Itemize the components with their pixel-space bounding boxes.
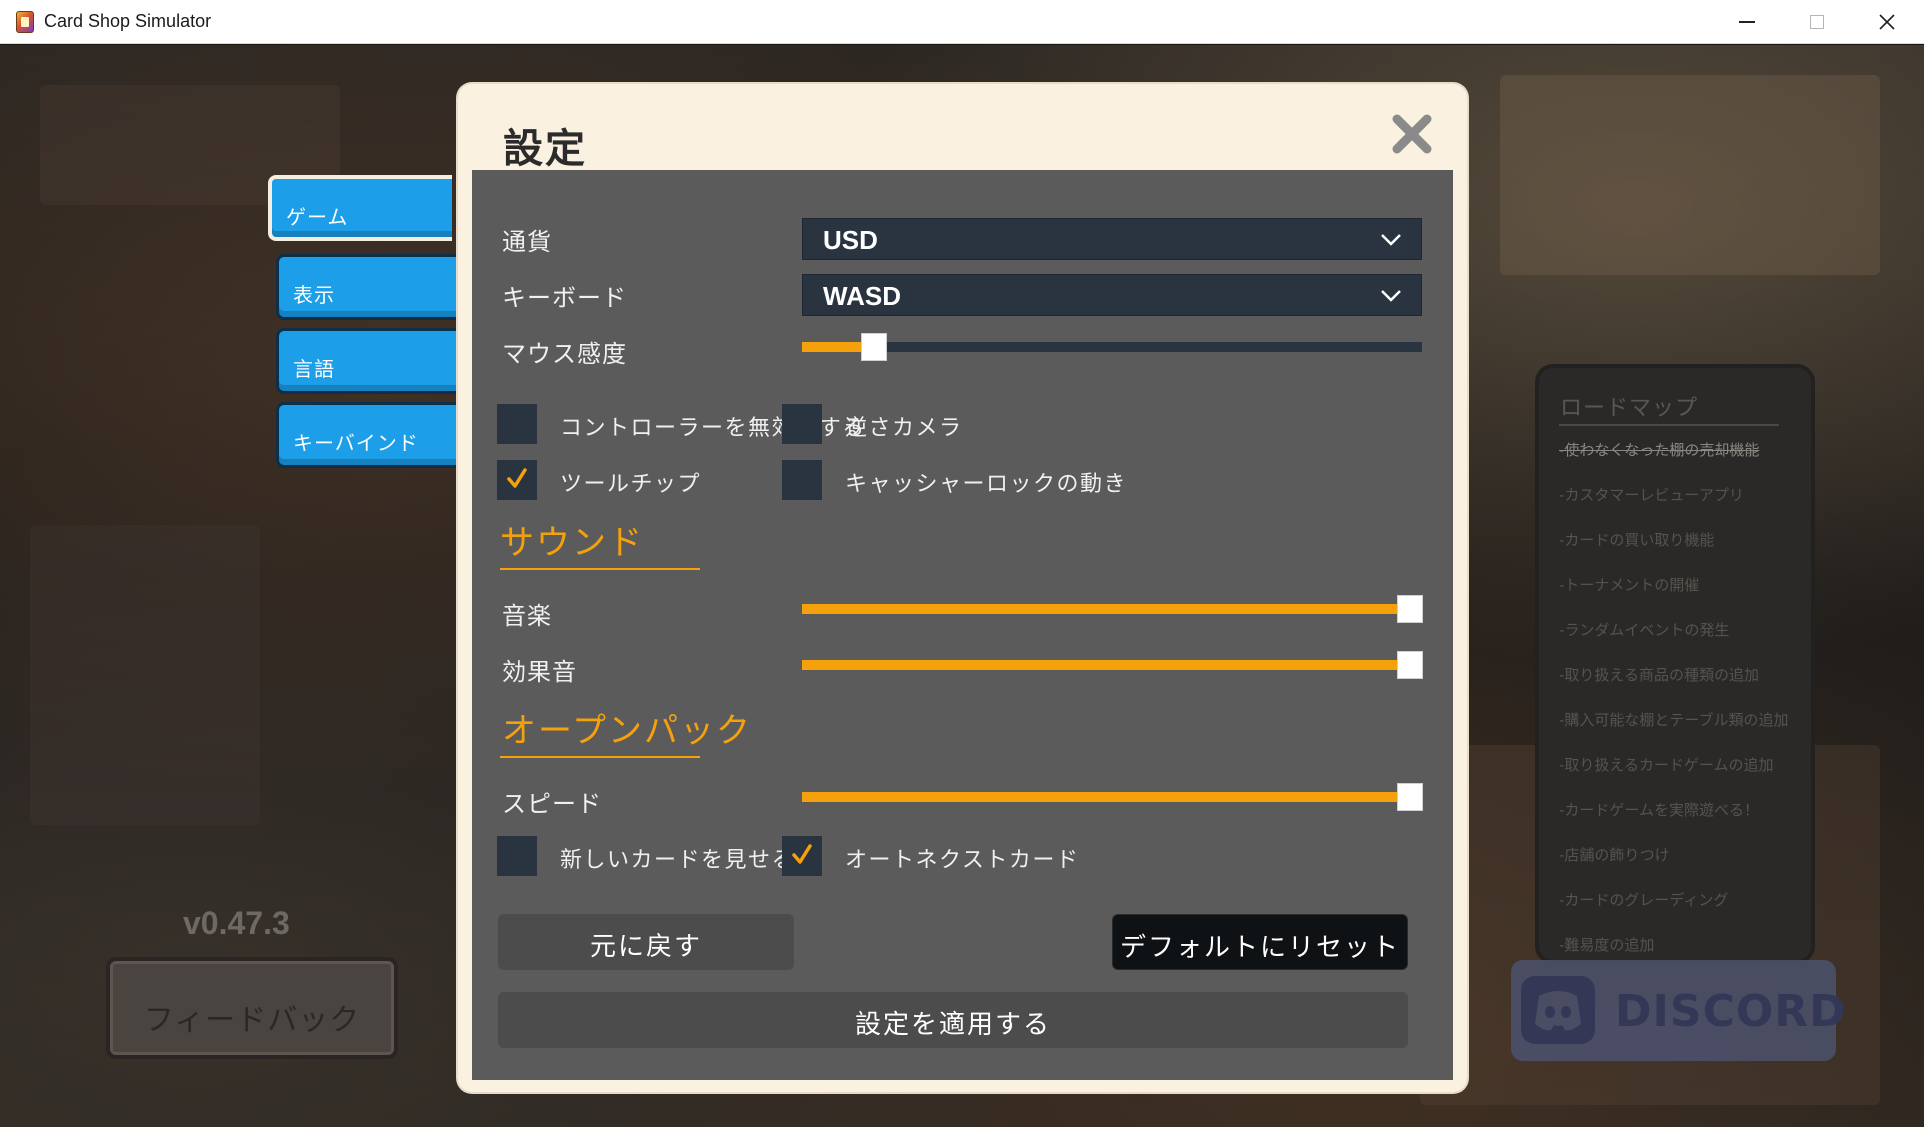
roadmap-item: -使わなくなった棚の売却機能 [1559,441,1760,459]
dialog-title: 設定 [503,126,587,172]
settings-dialog: 設定 通貨 USD キーボード WASD マウス感度 コントローラーを無効にする… [458,84,1467,1092]
disable-controller-checkbox[interactable] [497,404,537,444]
apply-settings-button[interactable]: 設定を適用する [498,992,1408,1048]
currency-label: 通貨 [502,228,552,256]
show-new-cards-checkbox[interactable] [497,836,537,876]
open-pack-section-title: オープンパック [502,711,752,751]
roadmap-item: -店舗の飾りつけ [1559,846,1670,864]
background-shelf [30,525,260,825]
tab-display[interactable]: 表示 [276,254,460,320]
slider-fill [802,660,1410,670]
keyboard-dropdown[interactable]: WASD [802,274,1422,316]
tab-label: ゲーム [286,205,349,229]
discord-label: DISCORD [1615,986,1847,1037]
window-titlebar: Card Shop Simulator [0,0,1924,44]
slider-handle[interactable] [1398,596,1422,622]
maximize-icon [1810,15,1824,29]
roadmap-item: -トーナメントの開催 [1559,576,1700,594]
auto-next-card-checkbox[interactable] [782,836,822,876]
invert-camera-checkbox[interactable] [782,404,822,444]
tab-keybind[interactable]: キーバインド [276,402,460,468]
speed-slider[interactable] [802,784,1422,810]
tab-language[interactable]: 言語 [276,328,460,394]
invert-camera-label: 逆さカメラ [845,416,963,441]
close-icon[interactable] [1390,112,1434,156]
roadmap-item: -取り扱えるカードゲームの追加 [1559,756,1774,774]
music-slider[interactable] [802,596,1422,622]
tab-label: キーバインド [293,431,419,455]
auto-next-card-label: オートネクストカード [845,848,1080,873]
settings-panel: 通貨 USD キーボード WASD マウス感度 コントローラーを無効にする 逆さ… [472,170,1453,1080]
window-title: Card Shop Simulator [44,11,212,31]
minimize-button[interactable] [1712,0,1782,44]
version-label: v0.47.3 [183,905,290,941]
slider-handle[interactable] [861,334,886,360]
revert-button[interactable]: 元に戻す [498,914,794,970]
roadmap-divider [1559,424,1779,426]
roadmap-item: -取り扱える商品の種類の追加 [1559,666,1759,684]
discord-icon [1521,976,1595,1044]
revert-label: 元に戻す [589,932,702,962]
slider-fill [802,792,1410,802]
reset-defaults-button[interactable]: デフォルトにリセット [1112,914,1408,970]
mouse-sensitivity-slider[interactable] [802,334,1422,360]
roadmap-item: -カードの買い取り機能 [1559,531,1715,549]
tooltip-checkbox[interactable] [497,460,537,500]
currency-dropdown[interactable]: USD [802,218,1422,260]
app-icon [16,11,34,33]
minimize-icon [1739,21,1755,23]
section-divider [500,568,700,570]
cashier-lock-checkbox[interactable] [782,460,822,500]
check-icon [507,468,527,488]
sound-section-title: サウンド [500,523,644,563]
roadmap-item: -カスタマーレビューアプリ [1559,486,1744,504]
currency-value: USD [823,225,878,255]
speed-label: スピード [502,790,602,818]
roadmap-item: -カードゲームを実際遊べる！ [1559,801,1759,819]
feedback-button[interactable]: フィードバック [106,957,398,1059]
tooltip-label: ツールチップ [560,472,702,497]
roadmap-panel: ロードマップ -使わなくなった棚の売却機能 -カスタマーレビューアプリ -カード… [1535,364,1815,964]
slider-handle[interactable] [1398,652,1422,678]
apply-settings-label: 設定を適用する [854,1010,1051,1040]
sfx-label: 効果音 [502,658,577,686]
roadmap-item: -購入可能な棚とテーブル類の追加 [1559,711,1789,729]
sfx-slider[interactable] [802,652,1422,678]
slider-handle[interactable] [1398,784,1422,810]
keyboard-value: WASD [823,281,901,311]
tab-label: 言語 [293,357,335,381]
tab-label: 表示 [293,283,335,307]
reset-defaults-label: デフォルトにリセット [1119,933,1400,963]
music-label: 音楽 [502,602,552,630]
background-shelf [1500,75,1880,275]
feedback-label: フィードバック [143,1003,361,1038]
cashier-lock-label: キャッシャーロックの動き [845,472,1128,497]
close-icon [1879,14,1895,30]
window-close-button[interactable] [1852,0,1922,44]
discord-button[interactable]: DISCORD [1511,960,1846,1061]
chevron-down-icon [1381,234,1401,246]
roadmap-item: -カードのグレーディング [1559,891,1729,909]
check-icon [792,844,812,864]
roadmap-item: -ランダムイベントの発生 [1559,621,1730,639]
tab-game[interactable]: ゲーム [268,175,452,241]
section-divider [500,756,700,758]
slider-fill [802,604,1410,614]
roadmap-title: ロードマップ [1560,396,1699,421]
chevron-down-icon [1381,290,1401,302]
show-new-cards-label: 新しいカードを見せる [560,848,796,873]
roadmap-item: -難易度の追加 [1559,936,1655,954]
mouse-sensitivity-label: マウス感度 [502,340,627,368]
maximize-button[interactable] [1782,0,1852,44]
keyboard-label: キーボード [502,284,627,312]
